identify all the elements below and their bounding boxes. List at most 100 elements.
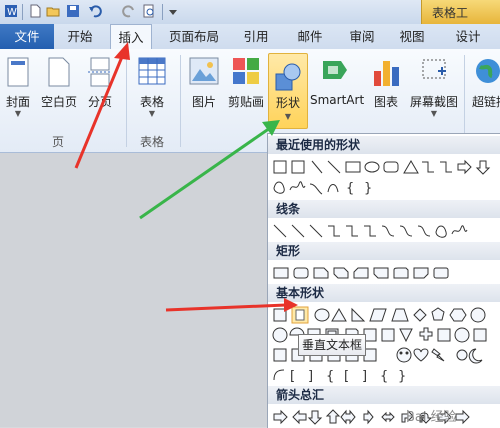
new-document-icon[interactable]: [28, 4, 42, 18]
table-tools-contextual-tab: 表格工: [421, 0, 500, 24]
table-icon: [138, 57, 166, 85]
block-arrows-row: [273, 409, 470, 425]
svg-text:}: }: [398, 369, 406, 384]
smartart-button[interactable]: SmartArt: [310, 49, 364, 129]
lines-row: [273, 224, 468, 238]
textbox-shape-icon: [273, 160, 287, 174]
section-recent-shapes: 最近使用的形状: [268, 136, 500, 154]
chevron-down-icon: ▼: [430, 109, 438, 118]
hyperlink-button[interactable]: 超链接: [468, 49, 500, 129]
table-tools-label: 表格工: [432, 6, 469, 20]
print-preview-icon[interactable]: [142, 4, 156, 18]
group-separator: [180, 55, 181, 147]
tab-home[interactable]: 开始: [60, 24, 100, 49]
screenshot-button[interactable]: 屏幕截图 ▼: [406, 49, 462, 129]
svg-text:]: ]: [362, 369, 367, 384]
hyperlink-label: 超链接: [472, 95, 500, 109]
svg-text:W: W: [7, 7, 17, 18]
line-shape-icon: [311, 160, 323, 174]
shapes-button[interactable]: 形状 ▼: [268, 53, 308, 129]
recent-shapes-row-2: { }: [273, 181, 372, 196]
page-break-icon: [88, 57, 112, 87]
svg-text:{: {: [380, 369, 388, 384]
basic-shapes-row-1: [273, 306, 486, 324]
basic-shapes-row-4: [ ] { [ ] { }: [273, 369, 406, 384]
tab-mailings[interactable]: 邮件: [290, 24, 330, 49]
svg-text:{: {: [326, 369, 334, 384]
svg-text:[: [: [290, 369, 295, 384]
tab-references[interactable]: 引用: [238, 24, 274, 49]
tooltip-vertical-textbox: 垂直文本框: [298, 334, 366, 356]
chevron-down-icon: ▼: [14, 109, 22, 118]
section-rectangles: 矩形: [268, 242, 500, 260]
clipart-button[interactable]: 剪贴画: [224, 49, 268, 129]
table-label: 表格: [139, 95, 164, 109]
blank-page-icon: [48, 57, 70, 87]
tab-page-layout[interactable]: 页面布局: [164, 24, 224, 49]
down-arrow-shape-icon: [475, 160, 491, 175]
tab-design[interactable]: 设计: [446, 24, 490, 49]
picture-button[interactable]: 图片: [184, 49, 224, 129]
chart-button[interactable]: 图表: [366, 49, 406, 129]
tab-view[interactable]: 视图: [394, 24, 430, 49]
chart-label: 图表: [373, 95, 398, 109]
blank-page-button[interactable]: 空白页: [36, 49, 82, 129]
right-brace-icon: }: [364, 181, 372, 196]
picture-label: 图片: [191, 95, 216, 109]
group-separator: [126, 55, 127, 147]
elbow-connector-icon: [422, 161, 434, 173]
qat-separator: [162, 4, 163, 20]
rectangle-shape-icon: [345, 161, 361, 173]
oval-shape-icon: [364, 161, 380, 173]
shapes-icon: [275, 63, 301, 91]
quick-access-toolbar: W 表格工: [0, 0, 500, 25]
clipart-label: 剪贴画: [227, 95, 264, 109]
open-folder-icon[interactable]: [46, 4, 60, 18]
line-shape-icon: [327, 160, 341, 174]
section-block-arrows: 箭头总汇: [268, 386, 500, 404]
triangle-shape-icon: [403, 160, 419, 174]
rectangles-row: [273, 267, 449, 279]
word-logo-icon: W: [5, 5, 17, 18]
shapes-label: 形状: [275, 96, 300, 110]
svg-text:[: [: [344, 369, 349, 384]
scribble-shape-icon: [289, 181, 306, 191]
page-break-label: 分页: [87, 95, 112, 109]
save-icon[interactable]: [66, 4, 80, 18]
right-arrow-shape-icon: [457, 159, 472, 175]
tab-review[interactable]: 审阅: [344, 24, 380, 49]
arc-shape-icon: [327, 184, 339, 193]
globe-icon: [476, 59, 500, 83]
page-break-button[interactable]: 分页: [82, 49, 118, 129]
left-brace-icon: {: [346, 181, 354, 196]
redo-icon[interactable]: [122, 4, 136, 18]
baidu-watermark: Bai 经验: [406, 410, 457, 425]
cover-page-icon: [7, 57, 29, 87]
tab-insert[interactable]: 插入: [110, 24, 152, 51]
screenshot-label: 屏幕截图: [409, 95, 458, 109]
chevron-down-icon: ▼: [148, 109, 156, 118]
clipart-icon: [233, 58, 259, 84]
shapes-gallery: 最近使用的形状 { } 线条 矩形 基本形状 [] {[] {} 箭头总…: [267, 133, 500, 428]
chart-icon: [374, 61, 399, 86]
chevron-down-icon: ▼: [284, 112, 292, 121]
ribbon-tabs: 文件 开始 插入 页面布局 引用 邮件 审阅 视图 设计: [0, 24, 500, 51]
group-tables-label: 表格: [140, 135, 165, 149]
screenshot-icon: [422, 59, 446, 79]
document-area: [0, 153, 268, 427]
cover-label: 封面: [5, 95, 30, 109]
svg-text:]: ]: [308, 369, 313, 384]
section-basic-shapes: 基本形状: [268, 284, 500, 302]
vertical-textbox-shape-icon: [291, 160, 305, 174]
picture-icon: [189, 57, 219, 85]
group-pages-label: 页: [52, 135, 65, 149]
undo-icon[interactable]: [88, 4, 102, 18]
elbow-arrow-icon: [440, 161, 452, 173]
tab-file[interactable]: 文件: [0, 24, 54, 49]
cover-button[interactable]: 封面 ▼: [0, 49, 36, 129]
blank-page-label: 空白页: [40, 95, 77, 109]
qat-separator: [22, 4, 23, 20]
customize-qat-icon[interactable]: [166, 4, 180, 18]
table-button[interactable]: 表格 ▼: [132, 49, 172, 129]
smartart-icon: [323, 61, 347, 79]
